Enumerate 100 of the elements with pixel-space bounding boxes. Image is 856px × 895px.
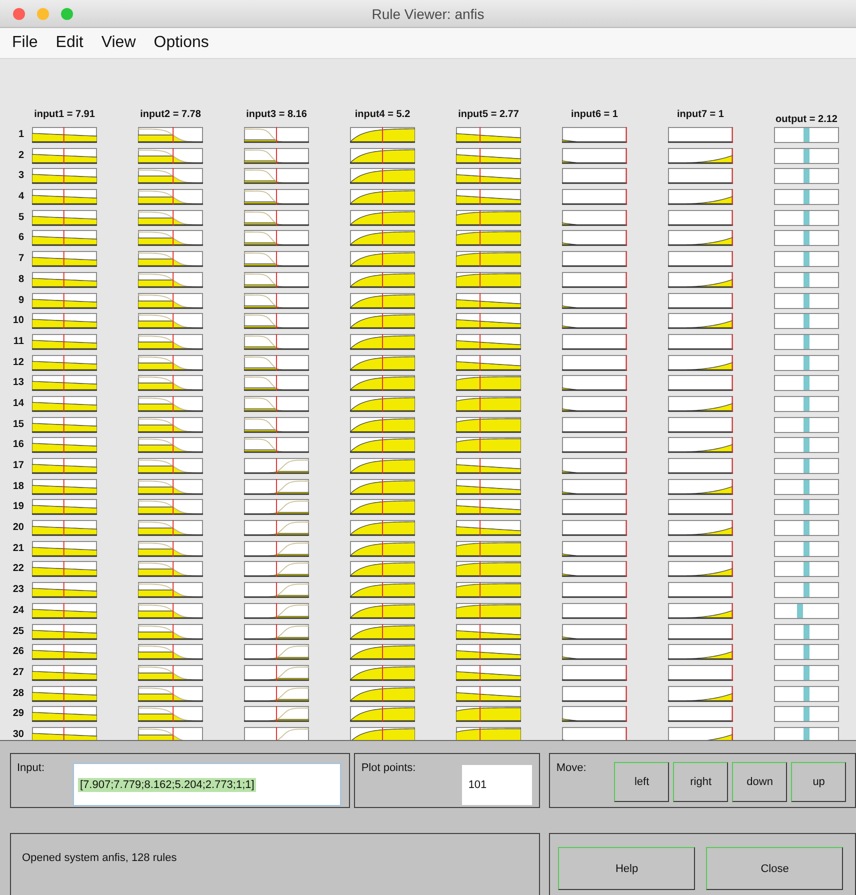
menu-item[interactable]: Edit — [56, 34, 84, 52]
membership-plot — [456, 148, 521, 164]
membership-plot — [456, 292, 521, 308]
minimize-window-icon[interactable] — [37, 8, 49, 20]
input-field[interactable]: [7.907;7.779;8.162;5.204;2.773;1;1] — [73, 763, 341, 806]
membership-plot — [562, 602, 627, 619]
move-button[interactable]: right — [673, 762, 728, 802]
membership-plot — [138, 582, 203, 598]
membership-plot — [138, 437, 203, 454]
membership-plot — [244, 416, 309, 433]
membership-plot — [244, 272, 309, 288]
membership-plot — [138, 561, 203, 578]
plot-points-label: Plot points: — [361, 762, 416, 774]
membership-plot — [244, 334, 309, 350]
zoom-window-icon[interactable] — [61, 8, 73, 20]
output-plot — [774, 375, 839, 392]
output-plot — [774, 396, 839, 412]
membership-plot — [668, 354, 733, 371]
membership-plot — [138, 540, 203, 557]
membership-plot — [350, 437, 415, 454]
membership-plot — [244, 726, 309, 740]
action-button[interactable]: Close — [706, 847, 844, 890]
membership-plot — [32, 230, 97, 246]
membership-plot — [456, 334, 521, 350]
plot-points-field[interactable]: 101 — [462, 765, 532, 805]
menu-item[interactable]: File — [12, 34, 38, 52]
membership-plot — [244, 189, 309, 206]
membership-plot — [244, 624, 309, 640]
membership-plot — [350, 251, 415, 268]
membership-plot — [32, 189, 97, 206]
membership-plot — [562, 354, 627, 371]
variable-heading: output = 2.12 — [776, 114, 838, 125]
menu-item[interactable]: View — [101, 34, 136, 52]
membership-plot — [668, 210, 733, 226]
output-plot — [774, 726, 839, 740]
membership-plot — [668, 189, 733, 206]
membership-plot — [350, 540, 415, 557]
rule-number: 29 — [12, 707, 25, 722]
membership-plot — [138, 458, 203, 474]
rule-number: 11 — [13, 334, 25, 349]
membership-plot — [668, 624, 733, 640]
membership-plot — [668, 416, 733, 433]
membership-plot — [456, 664, 521, 681]
membership-plot — [32, 168, 97, 184]
rule-number: 17 — [12, 459, 25, 473]
membership-plot — [350, 334, 415, 350]
membership-plot — [244, 582, 309, 598]
variable-heading: input7 = 1 — [677, 109, 724, 120]
move-button[interactable]: up — [791, 762, 846, 802]
membership-plot — [32, 251, 97, 268]
membership-plot — [350, 168, 415, 184]
output-plot — [774, 272, 839, 288]
membership-plot — [668, 561, 733, 578]
membership-plot — [668, 375, 733, 392]
rule-number: 19 — [12, 500, 25, 514]
rule-number: 8 — [18, 272, 25, 287]
membership-plot — [668, 602, 733, 619]
membership-plot — [32, 499, 97, 516]
rule-number: 7 — [18, 252, 25, 266]
membership-plot — [668, 582, 733, 598]
membership-plot — [32, 726, 97, 740]
move-button[interactable]: down — [732, 762, 788, 802]
output-plot — [774, 292, 839, 308]
membership-plot — [138, 644, 203, 660]
membership-plot — [456, 189, 521, 206]
menu-item[interactable]: Options — [154, 34, 209, 52]
membership-plot — [456, 582, 521, 598]
membership-plot — [138, 354, 203, 371]
membership-plot — [138, 189, 203, 206]
membership-plot — [668, 706, 733, 722]
membership-plot — [244, 148, 309, 164]
membership-plot — [138, 210, 203, 226]
membership-plot — [562, 334, 627, 350]
membership-plot — [562, 458, 627, 474]
membership-plot — [562, 437, 627, 454]
output-plot — [774, 148, 839, 164]
membership-plot — [562, 706, 627, 722]
membership-plot — [32, 292, 97, 308]
move-button[interactable]: left — [614, 762, 670, 802]
rule-number: 14 — [12, 396, 25, 411]
variable-heading: input4 = 5.2 — [354, 109, 410, 120]
window-title: Rule Viewer: anfis — [372, 6, 484, 22]
membership-plot — [32, 148, 97, 164]
membership-plot — [244, 602, 309, 619]
variable-heading: input5 = 2.77 — [458, 109, 519, 120]
membership-plot — [138, 726, 203, 740]
membership-plot — [244, 664, 309, 681]
membership-plot — [350, 148, 415, 164]
membership-plot — [244, 396, 309, 412]
membership-plot — [562, 664, 627, 681]
output-plot — [774, 602, 839, 619]
output-plot — [774, 210, 839, 226]
membership-plot — [138, 624, 203, 640]
output-plot — [774, 313, 839, 330]
action-button[interactable]: Help — [558, 847, 696, 890]
membership-plot — [138, 375, 203, 392]
membership-plot — [562, 127, 627, 143]
membership-plot — [456, 230, 521, 246]
close-window-icon[interactable] — [13, 8, 25, 20]
output-plot — [774, 540, 839, 557]
